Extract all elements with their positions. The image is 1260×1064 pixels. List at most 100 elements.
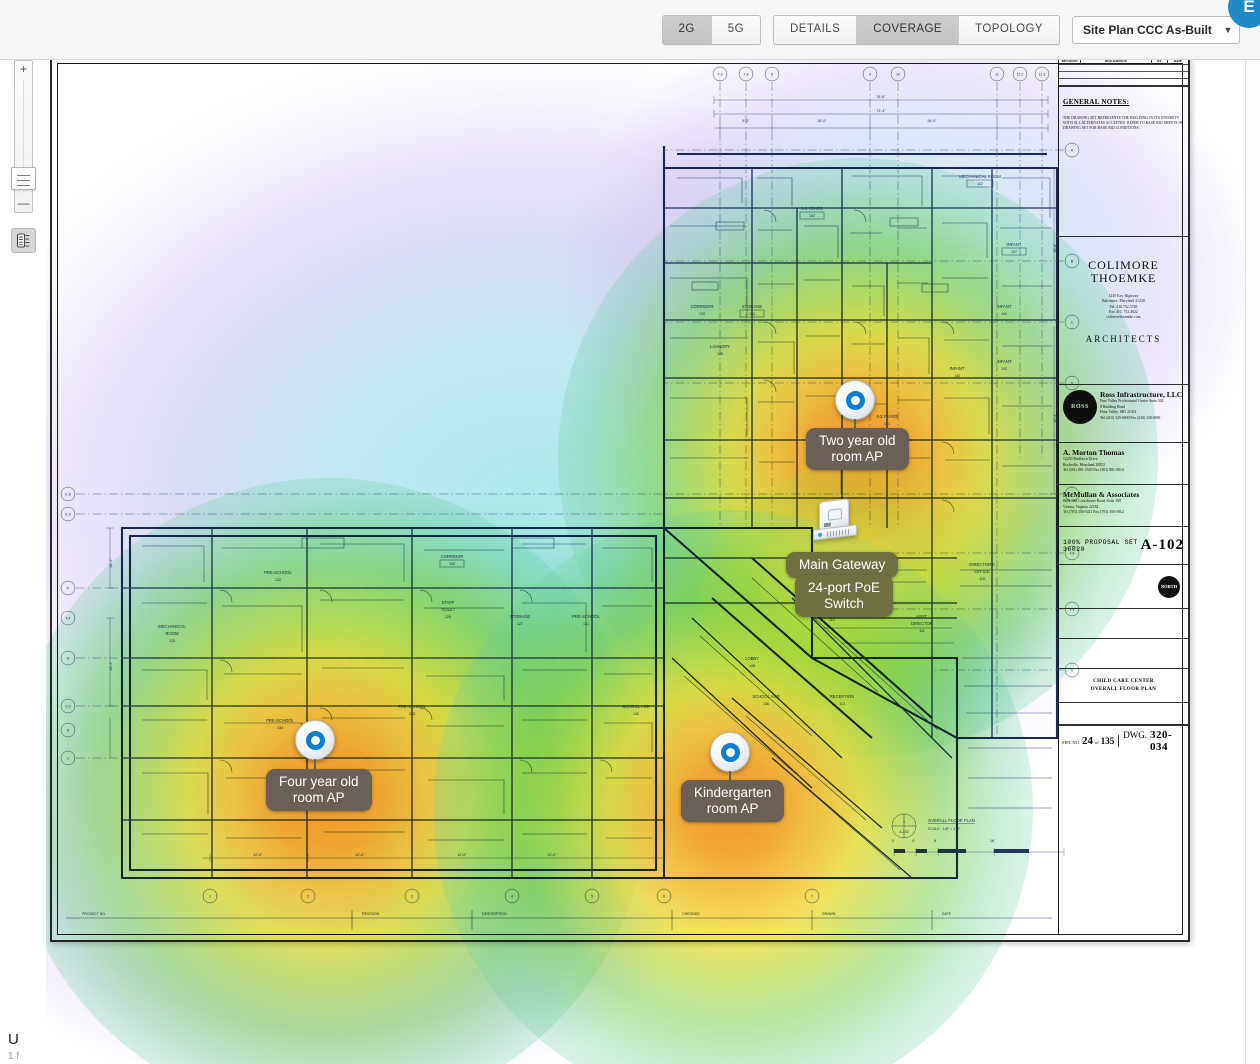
marker-gateway-main[interactable]	[812, 498, 858, 546]
switch-ports-icon	[827, 529, 851, 537]
svg-text:5: 5	[591, 895, 593, 899]
signature-block	[1059, 609, 1188, 639]
band-toggle-group: 2G 5G	[661, 15, 762, 45]
svg-text:136: 136	[763, 702, 769, 706]
svg-text:16': 16'	[990, 839, 995, 843]
svg-text:1: 1	[903, 820, 905, 824]
svg-text:LOBBY: LOBBY	[745, 656, 759, 661]
gateway-screen-icon	[828, 508, 842, 521]
svg-text:SCHOOL AGE: SCHOOL AGE	[622, 704, 650, 709]
app-root: 2G 5G DETAILS COVERAGE TOPOLOGY Site Pla…	[0, 0, 1260, 1064]
svg-text:J: J	[67, 757, 69, 761]
svg-text:38'-8": 38'-8"	[1053, 243, 1057, 253]
svg-text:0: 0	[892, 839, 894, 843]
svg-text:2-3 YEARS: 2-3 YEARS	[801, 206, 823, 211]
label-ap-four-year-old-room[interactable]: Four year old room AP	[266, 769, 372, 811]
ap-ring-icon	[720, 742, 740, 762]
marker-ap-two-year-old-room[interactable]	[835, 380, 875, 435]
label-ap-kindergarten-room[interactable]: Kindergarten room AP	[681, 780, 785, 822]
consultant-mcmullan-name: McMullan & Associates	[1063, 490, 1140, 499]
consultant-ross-address: Pine Valley Professional Center Suite 20…	[1100, 399, 1164, 421]
marker-label[interactable]: Four year old room AP	[266, 769, 372, 811]
general-notes-heading: GENERAL NOTES:	[1063, 98, 1130, 106]
tab-coverage[interactable]: COVERAGE	[857, 16, 960, 44]
marker-ap-kindergarten-room[interactable]	[710, 732, 750, 787]
label-switch-24-port-poe[interactable]: 24-port PoE Switch	[795, 575, 894, 617]
svg-text:11.2: 11.2	[1017, 73, 1024, 77]
svg-text:PRE-SCHOOL: PRE-SCHOOL	[398, 704, 426, 709]
svg-text:7: 7	[811, 895, 813, 899]
consultant-amt-name: A. Morton Thomas	[1063, 448, 1125, 457]
svg-text:40'-4": 40'-4"	[1053, 413, 1057, 423]
svg-text:6: 6	[663, 895, 665, 899]
svg-text:141: 141	[884, 422, 890, 426]
svg-text:E.8: E.8	[65, 493, 70, 497]
proposal-set-label: 100% PROPOSAL SET	[1063, 538, 1138, 546]
sheet-count-of: of	[1095, 739, 1099, 745]
svg-text:100: 100	[449, 562, 455, 566]
svg-text:DRAWN: DRAWN	[822, 912, 836, 916]
band-5g-button[interactable]: 5G	[711, 16, 761, 44]
revision-table: REVISION DESCRIPTION BY DATE	[1059, 60, 1188, 87]
revision-col-revision: REVISION	[1059, 60, 1081, 64]
svg-text:F: F	[67, 587, 70, 591]
dwg-number: 320-034	[1150, 728, 1173, 753]
svg-text:12'-0": 12'-0"	[547, 853, 557, 857]
measure-tool-button[interactable]	[11, 228, 36, 253]
zoom-out-button[interactable]: —	[15, 195, 32, 212]
marker-label[interactable]: Two year old room AP	[806, 428, 909, 470]
svg-text:CORRIDOR: CORRIDOR	[691, 304, 714, 309]
svg-text:131: 131	[583, 622, 589, 626]
svg-text:CHECKED: CHECKED	[682, 912, 700, 916]
svg-text:132: 132	[275, 578, 281, 582]
access-point-icon[interactable]	[710, 732, 750, 772]
dwg-prefix: DWG.	[1123, 729, 1148, 740]
revision-col-description: DESCRIPTION	[1081, 60, 1152, 64]
tab-details[interactable]: DETAILS	[774, 16, 858, 44]
svg-text:8: 8	[771, 73, 773, 77]
tab-topology[interactable]: TOPOLOGY	[959, 16, 1059, 44]
svg-text:PRE-SCHOOL: PRE-SCHOOL	[572, 614, 600, 619]
zoom-slider-handle[interactable]	[11, 167, 36, 190]
zoom-in-button[interactable]: +	[15, 61, 32, 78]
svg-text:H: H	[67, 729, 70, 733]
zoom-slider[interactable]: + —	[11, 60, 36, 213]
sheet-count-current: 24	[1082, 734, 1094, 747]
svg-text:2: 2	[307, 895, 309, 899]
access-point-icon[interactable]	[295, 720, 335, 760]
svg-text:G: G	[67, 657, 70, 661]
gateway-icon[interactable]	[812, 498, 858, 546]
svg-text:104: 104	[1001, 312, 1007, 316]
svg-text:STORAGE: STORAGE	[742, 304, 763, 309]
north-arrow-block: NORTH	[1059, 565, 1188, 609]
svg-text:G.2: G.2	[65, 705, 71, 709]
svg-text:OVERALL FLOOR PLAN: OVERALL FLOOR PLAN	[928, 818, 975, 823]
marker-ap-four-year-old-room[interactable]	[295, 720, 335, 775]
view-mode-group: DETAILS COVERAGE TOPOLOGY	[773, 15, 1060, 45]
svg-text:DATE: DATE	[942, 912, 952, 916]
chevron-down-icon: ▼	[1223, 25, 1233, 35]
band-2g-button[interactable]: 2G	[662, 16, 712, 44]
svg-text:140: 140	[954, 374, 960, 378]
general-notes-block: GENERAL NOTES: THE DRAWING SET REPRESENT…	[1059, 87, 1188, 237]
vertical-scrollbar[interactable]	[1245, 60, 1260, 1064]
svg-text:A-102: A-102	[899, 830, 909, 834]
architect-name-line2: THOEMKE	[1090, 270, 1157, 285]
north-arrow-icon: NORTH	[1158, 575, 1180, 598]
coverage-map-canvas[interactable]: .w { fill:none; stroke:#1d2d5a; stroke-w…	[0, 60, 1245, 1064]
marker-label[interactable]: Kindergarten room AP	[681, 780, 785, 822]
svg-text:9: 9	[869, 73, 871, 77]
svg-text:127: 127	[517, 622, 523, 626]
svg-text:1: 1	[209, 895, 211, 899]
access-point-icon[interactable]	[835, 380, 875, 420]
label-ap-two-year-old-room[interactable]: Two year old room AP	[806, 428, 909, 470]
cursor-readout: U	[8, 1031, 19, 1048]
site-plan-select[interactable]: Site Plan CCC As-Built ▼	[1072, 16, 1240, 44]
svg-text:ROOM: ROOM	[165, 631, 179, 636]
svg-text:135: 135	[633, 712, 639, 716]
consultant-ross-block: ROSS Ross Infrastructure, LLC Pine Valle…	[1059, 385, 1188, 443]
revision-col-by: BY	[1152, 60, 1168, 64]
svg-text:133: 133	[409, 712, 415, 716]
svg-text:RECEPTION: RECEPTION	[830, 694, 854, 699]
marker-label[interactable]: 24-port PoE Switch	[795, 575, 894, 617]
